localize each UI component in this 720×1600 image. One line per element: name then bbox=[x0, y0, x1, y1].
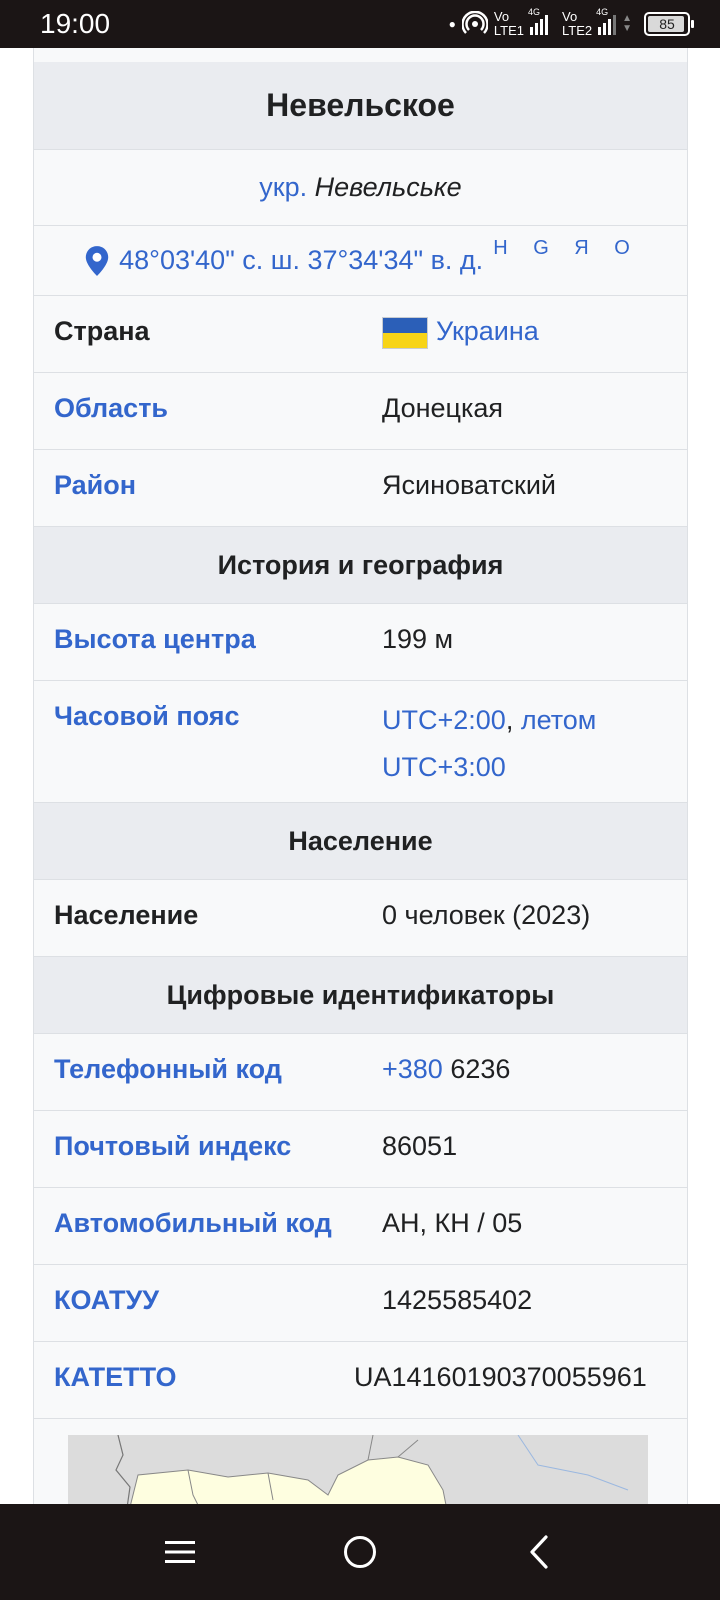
district-value-link[interactable]: Ясиноватский bbox=[382, 470, 556, 501]
postal-code-row: Почтовый индекс 86051 bbox=[34, 1110, 687, 1187]
dot-icon: ● bbox=[448, 17, 456, 31]
timezone-link[interactable]: UTC+2:00 bbox=[382, 705, 506, 735]
phone-area-code: 6236 bbox=[442, 1054, 511, 1084]
sim2-signal-icon: 4G bbox=[596, 7, 617, 35]
elevation-row: Высота центра 199 м bbox=[34, 603, 687, 680]
summer-time-link[interactable]: летом bbox=[521, 705, 597, 735]
phone-country-code-link[interactable]: +380 bbox=[382, 1054, 443, 1084]
phone-code-row: Телефонный код +380 6236 bbox=[34, 1033, 687, 1110]
data-arrows-icon: ▲ ▼ bbox=[622, 13, 632, 34]
navigation-bar bbox=[0, 1504, 720, 1600]
koatuu-row: КОАТУУ 1425585402 bbox=[34, 1264, 687, 1341]
sim1-signal-icon: 4G bbox=[528, 7, 548, 35]
status-bar: 19:00 ● Vo LTE1 4G Vo LTE2 4G ▲ ▼ 85 bbox=[0, 0, 720, 48]
hotspot-icon bbox=[461, 11, 488, 34]
district-label-link[interactable]: Район bbox=[54, 470, 136, 501]
postal-code-label-link[interactable]: Почтовый индекс bbox=[54, 1131, 291, 1162]
recent-apps-button[interactable] bbox=[154, 1526, 206, 1578]
car-code-label-link[interactable]: Автомобильный код bbox=[54, 1208, 332, 1239]
country-row: Страна Украина bbox=[34, 295, 687, 372]
infobox-title: Невельское bbox=[34, 62, 687, 149]
region-value-link[interactable]: Донецкая bbox=[382, 393, 503, 424]
ukraine-flag-icon bbox=[382, 316, 428, 349]
katetto-label-link[interactable]: КАТЕТТО bbox=[54, 1362, 176, 1393]
timezone-row: Часовой пояс UTC+2:00, летом UTC+3:00 bbox=[34, 680, 687, 802]
home-button[interactable] bbox=[334, 1526, 386, 1578]
koatuu-label-link[interactable]: КОАТУУ bbox=[54, 1285, 159, 1316]
population-row: Население 0 человек (2023) bbox=[34, 879, 687, 956]
back-chevron-icon bbox=[530, 1535, 548, 1569]
ukr-name: Невельське bbox=[314, 172, 462, 202]
region-label-link[interactable]: Область bbox=[54, 393, 168, 424]
menu-icon bbox=[165, 1541, 195, 1563]
ukr-name-row: укр. Невельське bbox=[34, 149, 687, 225]
map-pin-icon[interactable] bbox=[81, 245, 113, 277]
coordinates-row: 48°03'40" с. ш. 37°34'34" в. д. H G Я O bbox=[34, 225, 687, 295]
sim2-label: Vo LTE2 bbox=[561, 9, 593, 38]
section-digital-identifiers: Цифровые идентификаторы bbox=[34, 956, 687, 1033]
status-time: 19:00 bbox=[40, 8, 111, 39]
district-row: Район Ясиноватский bbox=[34, 449, 687, 526]
battery-level: 85 bbox=[659, 16, 675, 32]
infobox: Невельское укр. Невельське 48°03'40" с. … bbox=[33, 48, 688, 1504]
country-label: Страна bbox=[54, 316, 150, 346]
page-content: Невельское укр. Невельське 48°03'40" с. … bbox=[0, 48, 720, 1504]
location-map[interactable] bbox=[68, 1435, 648, 1504]
coordinates-link[interactable]: 48°03'40" с. ш. 37°34'34" в. д. bbox=[119, 245, 483, 276]
population-value: 0 человек (2023) bbox=[382, 900, 591, 930]
ukr-prefix-link[interactable]: укр. bbox=[259, 172, 307, 203]
population-label: Население bbox=[54, 900, 199, 930]
section-history-geography: История и география bbox=[34, 526, 687, 603]
status-icons: ● Vo LTE1 4G Vo LTE2 4G ▲ ▼ 85 bbox=[448, 6, 694, 42]
elevation-label-link[interactable]: Высота центра bbox=[54, 624, 256, 655]
region-row: Область Донецкая bbox=[34, 372, 687, 449]
elevation-value: 199 м bbox=[382, 624, 454, 654]
car-code-value: АН, КН / 05 bbox=[382, 1208, 523, 1238]
back-button[interactable] bbox=[514, 1526, 566, 1578]
battery-icon: 85 bbox=[644, 12, 694, 36]
timezone-label-link[interactable]: Часовой пояс bbox=[54, 701, 240, 732]
sim1-label: Vo LTE1 bbox=[493, 9, 524, 38]
home-circle-icon bbox=[344, 1536, 376, 1568]
koatuu-value: 1425585402 bbox=[382, 1285, 533, 1315]
coordinate-map-links[interactable]: H G Я O bbox=[493, 237, 640, 260]
section-population: Население bbox=[34, 802, 687, 879]
postal-code-value: 86051 bbox=[382, 1131, 458, 1161]
katetto-value: UA14160190370055961 bbox=[354, 1362, 647, 1392]
summer-timezone-link[interactable]: UTC+3:00 bbox=[382, 752, 506, 782]
katetto-row: КАТЕТТО UA14160190370055961 bbox=[34, 1341, 687, 1418]
car-code-row: Автомобильный код АН, КН / 05 bbox=[34, 1187, 687, 1264]
phone-code-label-link[interactable]: Телефонный код bbox=[54, 1054, 282, 1085]
country-link[interactable]: Украина bbox=[436, 316, 539, 346]
